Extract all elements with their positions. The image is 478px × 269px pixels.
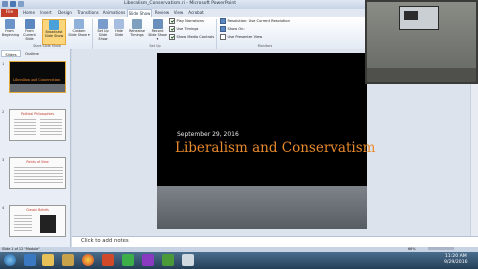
thumbnail-number: 2 xyxy=(2,110,5,114)
custom-slide-show-button[interactable]: Custom Slide Show ▾ xyxy=(68,19,90,45)
rehearse-timings-button[interactable]: Rehearse Timings xyxy=(127,19,147,45)
checkbox-checked-icon xyxy=(169,34,175,40)
media-icon[interactable] xyxy=(62,254,74,266)
thumbnail-number: 1 xyxy=(2,62,5,66)
group-label-monitors: Monitors xyxy=(257,44,273,48)
tab-acrobat[interactable]: Acrobat xyxy=(187,9,205,17)
tab-view[interactable]: View xyxy=(172,9,185,17)
thumbnail-number: 3 xyxy=(2,158,5,162)
checkbox-checked-icon xyxy=(169,26,175,32)
slide-thumbnail[interactable]: Liberalism and Conservatism xyxy=(9,61,66,93)
app-icon[interactable] xyxy=(142,254,154,266)
use-timings-checkbox[interactable]: Use Timings xyxy=(169,26,198,32)
start-button-icon[interactable] xyxy=(4,254,16,266)
slide-date[interactable]: September 29, 2016 xyxy=(177,131,239,138)
monitor-icon xyxy=(220,18,226,24)
hide-slide-button[interactable]: Hide Slide xyxy=(113,19,125,45)
monitor-icon xyxy=(220,26,226,32)
thumbnail-title: Political Philosophies xyxy=(20,112,55,116)
zoom-slider[interactable] xyxy=(428,247,454,250)
slide-footer-band xyxy=(157,186,367,229)
timer-icon xyxy=(132,19,142,29)
webcam-floor xyxy=(367,68,476,82)
thumbnail-text xyxy=(14,215,32,233)
slideshow-icon xyxy=(4,19,15,29)
setup-icon xyxy=(98,19,108,29)
from-beginning-button[interactable]: From Beginning xyxy=(2,19,19,45)
tab-animations[interactable]: Animations xyxy=(102,9,126,17)
thumbnail-picture xyxy=(40,215,56,233)
tab-insert[interactable]: Insert xyxy=(38,9,54,17)
thumbnail-number: 4 xyxy=(2,206,5,210)
slide-thumbnail[interactable]: Classic Beliefs xyxy=(9,205,66,237)
slide-thumbnail[interactable]: Political Philosophies xyxy=(9,109,66,141)
thumbnail-title: Points of View xyxy=(26,160,49,164)
app-icon[interactable] xyxy=(182,254,194,266)
from-current-slide-button[interactable]: From Current Slide xyxy=(19,19,40,45)
slide-thumbnail[interactable]: Points of View xyxy=(9,157,66,189)
resolution-dropdown[interactable]: Resolution: Use Current Resolution xyxy=(220,18,290,24)
divider xyxy=(216,19,217,49)
chrome-icon[interactable] xyxy=(82,254,94,266)
slide-title[interactable]: Liberalism and Conservatism xyxy=(175,140,375,156)
thumbnail-title: Classic Beliefs xyxy=(26,208,49,212)
divider xyxy=(92,19,93,49)
tab-outline[interactable]: Outline xyxy=(22,50,42,57)
custom-show-icon xyxy=(74,19,84,29)
tab-home[interactable]: Home xyxy=(22,9,36,17)
checkbox-unchecked-icon xyxy=(220,34,226,40)
clock-date: 9/29/2016 xyxy=(444,260,468,265)
ie-icon[interactable] xyxy=(24,254,36,266)
use-presenter-view-checkbox[interactable]: Use Presenter View xyxy=(220,34,262,40)
record-icon xyxy=(152,19,163,29)
broadcast-icon xyxy=(49,20,59,30)
group-label-start: Start Slide Show xyxy=(33,44,61,48)
thumbnail-text xyxy=(14,167,63,185)
thumbnail-text xyxy=(14,119,36,137)
thumbnail-band xyxy=(10,84,65,92)
tab-slide-show[interactable]: Slide Show xyxy=(127,9,152,17)
app-icon[interactable] xyxy=(122,254,134,266)
play-narrations-checkbox[interactable]: Play Narrations xyxy=(169,18,204,24)
show-media-controls-checkbox[interactable]: Show Media Controls xyxy=(169,34,214,40)
thumbnail-title: Liberalism and Conservatism xyxy=(13,78,61,82)
tab-file[interactable]: File xyxy=(1,9,18,17)
broadcast-slide-show-button[interactable]: Broadcast Slide Show xyxy=(42,19,66,45)
tab-slides[interactable]: Slides xyxy=(1,50,21,57)
tab-review[interactable]: Review xyxy=(154,9,170,17)
set-up-slide-show-button[interactable]: Set Up Slide Show xyxy=(95,19,111,45)
folder-icon[interactable] xyxy=(42,254,54,266)
window-title: Liberalism_Conservatism.ri - Microsoft P… xyxy=(123,1,237,6)
tab-transitions[interactable]: Transitions xyxy=(76,9,100,17)
app-icon[interactable] xyxy=(162,254,174,266)
powerpoint-taskbar-icon[interactable] xyxy=(102,254,114,266)
slideshow-icon xyxy=(24,19,35,29)
notes-placeholder[interactable]: Click to add notes xyxy=(81,238,129,244)
thumbnail-text xyxy=(40,119,62,137)
system-clock[interactable]: 11:20 AM 9/29/2016 xyxy=(444,254,468,266)
projected-slide xyxy=(404,11,418,20)
record-slide-show-button[interactable]: Record Slide Show ▾ xyxy=(148,19,167,45)
group-label-setup: Set Up xyxy=(149,44,161,48)
checkbox-checked-icon xyxy=(169,18,175,24)
tab-design[interactable]: Design xyxy=(57,9,73,17)
show-on-dropdown[interactable]: Show On: xyxy=(220,26,245,32)
hide-slide-icon xyxy=(114,19,124,29)
